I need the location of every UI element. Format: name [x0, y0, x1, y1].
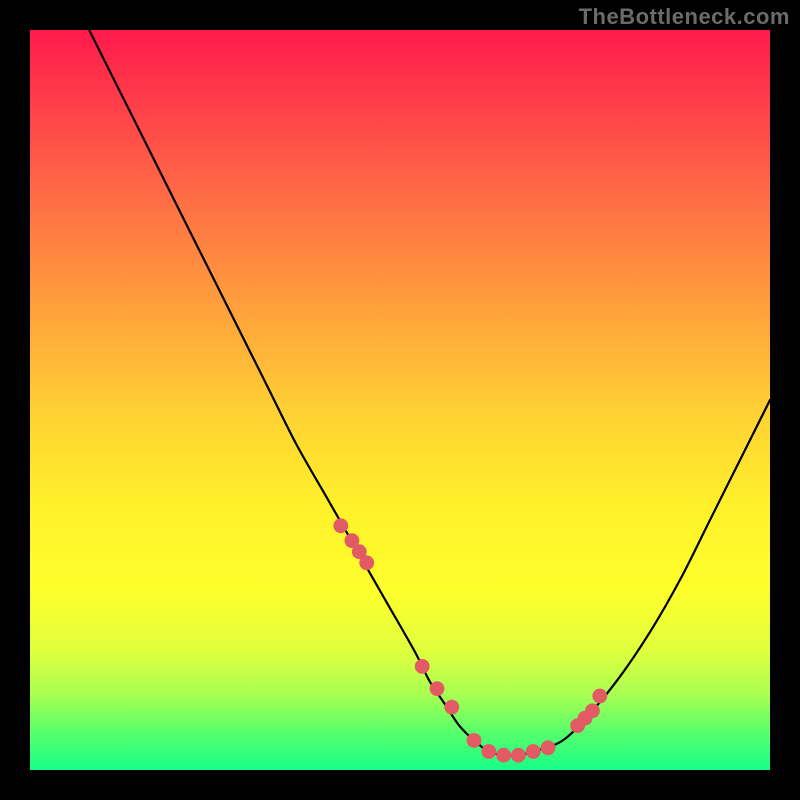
highlight-dot — [592, 689, 607, 704]
chart-plot-area — [30, 30, 770, 770]
highlight-dot — [541, 740, 556, 755]
highlight-dot — [511, 748, 526, 763]
highlight-dot — [526, 744, 541, 759]
highlight-dot-group — [333, 518, 607, 762]
highlight-dot — [333, 518, 348, 533]
highlight-dot — [481, 744, 496, 759]
highlight-dot — [467, 733, 482, 748]
chart-stage: TheBottleneck.com — [0, 0, 800, 800]
bottleneck-curve-line — [89, 30, 770, 756]
highlight-dot — [430, 681, 445, 696]
highlight-dot — [415, 659, 430, 674]
highlight-dot — [585, 703, 600, 718]
watermark-label: TheBottleneck.com — [579, 4, 790, 30]
highlight-dot — [496, 748, 511, 763]
chart-svg — [30, 30, 770, 770]
highlight-dot — [444, 700, 459, 715]
highlight-dot — [359, 555, 374, 570]
